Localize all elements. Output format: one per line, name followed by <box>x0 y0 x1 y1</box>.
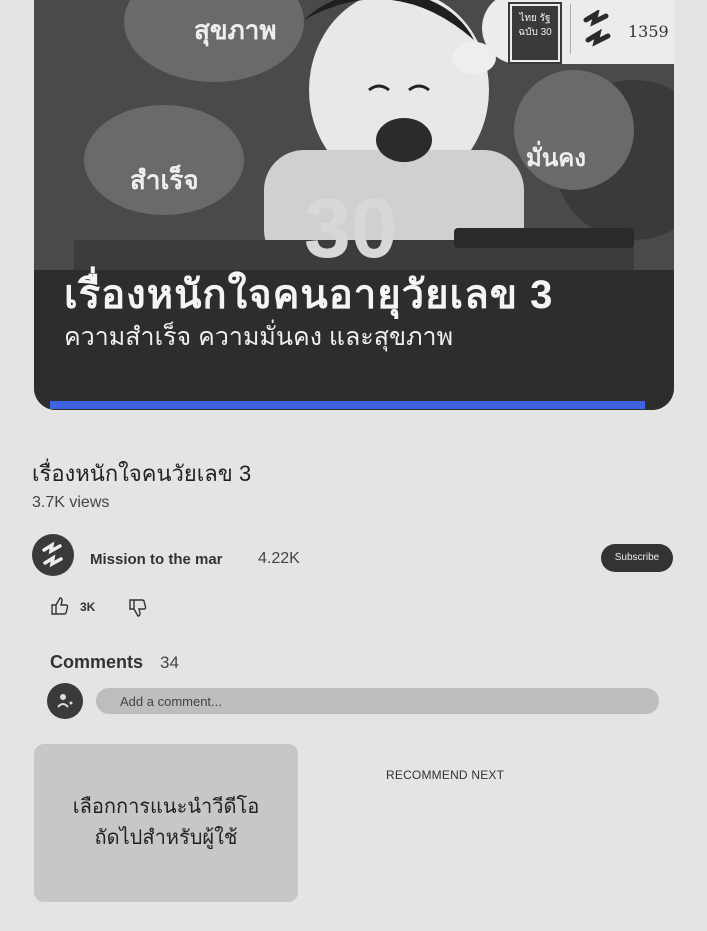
brand-logo-icon <box>583 10 611 47</box>
recommended-video-card[interactable]: เลือกการแนะนำวีดีโอ ถัดไปสำหรับผู้ใช้ <box>34 744 298 902</box>
recommended-card-text: เลือกการแนะนำวีดีโอ ถัดไปสำหรับผู้ใช้ <box>34 792 298 854</box>
view-count: 3.7K views <box>32 494 110 511</box>
video-title: เรื่องหนักใจคนวัยเลข 3 <box>32 461 252 486</box>
channel-name[interactable]: Mission to the mar <box>90 551 223 568</box>
comment-input[interactable] <box>96 688 659 714</box>
channel-avatar[interactable] <box>32 534 74 576</box>
video-progress-bar[interactable] <box>50 401 646 409</box>
badge-separator <box>570 4 571 54</box>
subscriber-count: 4.22K <box>258 550 300 567</box>
user-avatar-icon <box>57 694 73 708</box>
thumbs-up-icon[interactable] <box>50 596 70 616</box>
comments-count: 34 <box>160 653 179 672</box>
channel-logo-icon <box>42 541 63 568</box>
comments-heading: Comments <box>50 652 144 672</box>
recommended-text-line2: ถัดไปสำหรับผู้ใช้ <box>94 827 238 849</box>
user-avatar <box>47 683 83 719</box>
video-subline: ความสำเร็จ ความมั่นคง และสุขภาพ <box>64 323 454 351</box>
channel-badge: ไทย รัฐ ฉบับ 30 1359 <box>482 0 674 64</box>
badge-number: 1359 <box>628 22 669 41</box>
subscribe-button[interactable]: Subscribe <box>601 544 673 572</box>
recommended-text-line1: เลือกการแนะนำวีดีโอ <box>72 796 260 818</box>
badge-logo: ไทย รัฐ ฉบับ 30 <box>508 2 562 64</box>
thumbs-down-icon[interactable] <box>128 598 148 618</box>
bubble-text-health: สุขภาพ <box>194 15 277 45</box>
video-player[interactable]: สุขภาพ สำเร็จ มั่นคง 30 ไทย รัฐ ฉบับ 30 … <box>34 0 674 410</box>
bubble-text-stability: มั่นคง <box>526 145 586 172</box>
bubble-text-success: สำเร็จ <box>130 165 199 195</box>
recommend-next-label: RECOMMEND NEXT <box>386 768 505 782</box>
like-count: 3K <box>80 600 96 614</box>
